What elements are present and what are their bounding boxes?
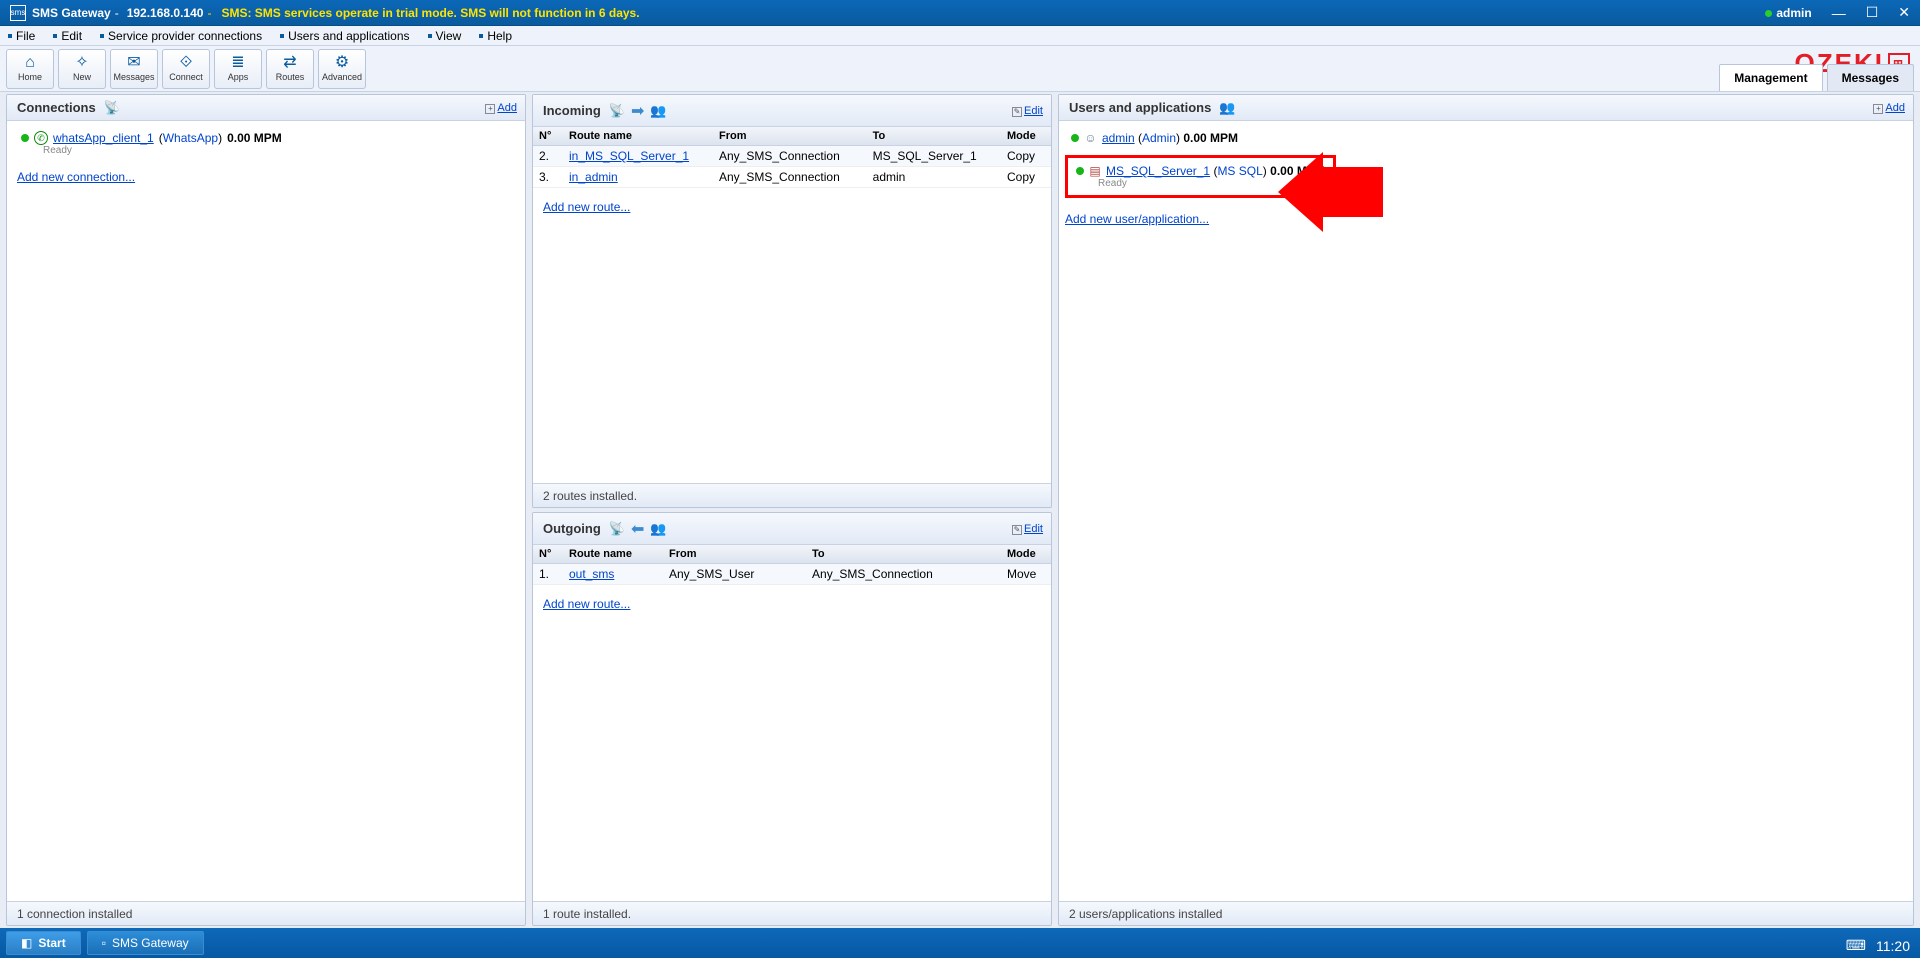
menu-file[interactable]: File [8,29,35,43]
connections-panel: Connections 📡 +Add ✆ whatsApp_client_1 (… [6,94,526,926]
menu-help[interactable]: Help [479,29,512,43]
callout-arrow [1278,152,1383,232]
antenna-icon: 📡 [104,100,120,116]
table-row[interactable]: 2. in_MS_SQL_Server_1 Any_SMS_Connection… [533,146,1051,167]
home-icon: ⌂ [25,55,35,71]
connect-icon: ⟐ [180,55,193,71]
incoming-title: Incoming [543,103,601,118]
whatsapp-icon: ✆ [34,131,48,145]
minimize-button[interactable]: — [1832,5,1846,21]
incoming-edit-link[interactable]: ✎Edit [1012,105,1043,117]
maximize-button[interactable]: ☐ [1866,4,1879,21]
connections-add-link[interactable]: +Add [485,102,517,114]
connect-button[interactable]: ⟐Connect [162,49,210,89]
arrow-left-icon: ⬅ [631,519,644,539]
status-dot-icon [21,134,29,142]
user-name-link[interactable]: MS_SQL_Server_1 [1106,164,1210,178]
apps-button[interactable]: ≣Apps [214,49,262,89]
menu-view[interactable]: View [428,29,462,43]
app-icon: sms [10,5,26,21]
outgoing-table: N° Route name From To Mode 1. out_sms An… [533,545,1051,585]
route-link[interactable]: in_admin [569,170,618,184]
trial-warning: SMS: SMS services operate in trial mode.… [221,6,639,20]
start-icon: ◧ [21,936,32,950]
advanced-button[interactable]: ⚙Advanced [318,49,366,89]
status-dot-icon [1076,167,1084,175]
close-button[interactable]: ✕ [1898,4,1910,21]
add-new-connection-link[interactable]: Add new connection... [17,170,135,184]
outgoing-edit-link[interactable]: ✎Edit [1012,523,1043,535]
connections-title: Connections [17,100,96,115]
app-title: SMS Gateway [32,6,111,20]
taskbar-sms-gateway[interactable]: ▫SMS Gateway [87,931,204,955]
tab-management[interactable]: Management [1719,64,1822,91]
keyboard-icon[interactable]: ⌨ [1846,937,1866,954]
apps-icon: ≣ [231,55,244,71]
incoming-panel: Incoming 📡 ➡ 👥 ✎Edit N° Route name From … [532,94,1052,508]
users-icon: 👥 [1219,100,1235,116]
route-link[interactable]: out_sms [569,567,614,581]
new-icon: ✧ [75,55,88,71]
antenna-icon: 📡 [609,521,625,537]
new-button[interactable]: ✧New [58,49,106,89]
users-footer: 2 users/applications installed [1059,901,1913,925]
add-incoming-route-link[interactable]: Add new route... [543,200,630,214]
start-button[interactable]: ◧Start [6,931,81,955]
gear-icon: ⚙ [335,55,349,71]
connection-status: Ready [43,145,515,156]
antenna-icon: 📡 [609,103,625,119]
outgoing-panel: Outgoing 📡 ⬅ 👥 ✎Edit N° Route name From … [532,512,1052,926]
menu-users-apps[interactable]: Users and applications [280,29,409,43]
person-icon: ☺ [1084,131,1096,145]
routes-button[interactable]: ⇄Routes [266,49,314,89]
table-row[interactable]: 3. in_admin Any_SMS_Connection admin Cop… [533,167,1051,188]
add-outgoing-route-link[interactable]: Add new route... [543,597,630,611]
connections-footer: 1 connection installed [7,901,525,925]
users-panel: Users and applications 👥 +Add ☺ admin (A… [1058,94,1914,926]
toolbar: ⌂Home ✧New ✉Messages ⟐Connect ≣Apps ⇄Rou… [0,46,1920,92]
users-add-link[interactable]: +Add [1873,102,1905,114]
arrow-right-icon: ➡ [631,101,644,121]
outgoing-footer: 1 route installed. [533,901,1051,925]
menu-service-providers[interactable]: Service provider connections [100,29,262,43]
user-item-admin[interactable]: ☺ admin (Admin) 0.00 MPM [1065,127,1907,149]
taskbar: ◧Start ▫SMS Gateway ⌨ 11:20 [0,928,1920,958]
outgoing-title: Outgoing [543,521,601,536]
table-row[interactable]: 1. out_sms Any_SMS_User Any_SMS_Connecti… [533,564,1051,585]
status-dot-icon [1071,134,1079,142]
messages-button[interactable]: ✉Messages [110,49,158,89]
incoming-footer: 2 routes installed. [533,483,1051,507]
user-status-dot [1765,10,1772,17]
incoming-table: N° Route name From To Mode 2. in_MS_SQL_… [533,127,1051,188]
connection-name-link[interactable]: whatsApp_client_1 [53,131,154,145]
clock-display: 11:20 [1876,938,1910,954]
menu-bar: File Edit Service provider connections U… [0,26,1920,46]
title-bar: sms SMS Gateway - 192.168.0.140 - SMS: S… [0,0,1920,26]
users-title: Users and applications [1069,100,1211,115]
messages-icon: ✉ [127,55,140,71]
routes-icon: ⇄ [283,55,296,71]
app-ip: 192.168.0.140 [127,6,204,20]
home-button[interactable]: ⌂Home [6,49,54,89]
add-new-user-link[interactable]: Add new user/application... [1065,212,1209,226]
route-link[interactable]: in_MS_SQL_Server_1 [569,149,689,163]
database-icon: ▤ [1089,164,1100,178]
users-icon: 👥 [650,103,666,119]
sms-icon: ▫ [102,936,106,950]
tab-messages[interactable]: Messages [1827,64,1914,91]
users-icon: 👥 [650,521,666,537]
menu-edit[interactable]: Edit [53,29,82,43]
user-display[interactable]: admin [1765,6,1811,20]
user-name-link[interactable]: admin [1102,131,1135,145]
